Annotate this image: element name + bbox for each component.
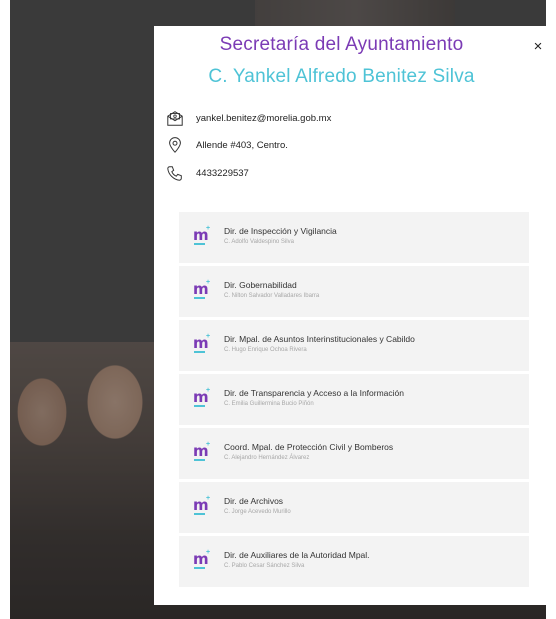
phone-text: 4433229537 xyxy=(196,167,249,179)
department-card[interactable]: m + Dir. de Inspección y Vigilancia C. Ad… xyxy=(179,212,529,263)
modal-title: Secretaría del Ayuntamiento xyxy=(219,34,464,55)
department-head: C. Hugo Enrique Ochoa Rivera xyxy=(224,347,307,353)
morelia-logo-icon: m + xyxy=(193,387,211,407)
close-icon[interactable]: × xyxy=(530,39,546,55)
department-head: C. Nilton Salvador Valladares Ibarra xyxy=(224,293,320,299)
mail-open-icon xyxy=(167,111,183,126)
department-card[interactable]: m + Dir. de Archivos C. Jorge Acevedo Mur… xyxy=(179,482,529,533)
department-head: C. Jorge Acevedo Murillo xyxy=(224,509,291,515)
secretaria-modal: × Secretaría del Ayuntamiento C. Yankel … xyxy=(154,26,556,605)
morelia-logo-icon: m + xyxy=(193,279,211,299)
department-card[interactable]: m + Dir. Mpal. de Asuntos Interinstitucio… xyxy=(179,320,529,371)
department-name: Dir. de Archivos xyxy=(224,496,284,506)
address-text: Allende #403, Centro. xyxy=(196,139,288,151)
department-list: m + Dir. de Inspección y Vigilancia C. Ad… xyxy=(179,212,529,590)
morelia-logo-icon: m + xyxy=(193,333,211,353)
department-card[interactable]: m + Dir. de Transparencia y Acceso a la I… xyxy=(179,374,529,425)
department-name: Dir. Mpal. de Asuntos Interinstitucional… xyxy=(224,334,415,344)
phone-icon xyxy=(167,166,182,181)
morelia-logo-icon: m + xyxy=(193,441,211,461)
department-name: Dir. de Auxiliares de la Autoridad Mpal. xyxy=(224,550,370,560)
department-name: Dir. de Transparencia y Acceso a la Info… xyxy=(224,388,405,398)
morelia-logo-icon: m + xyxy=(193,495,211,515)
department-head: C. Adolfo Valdespino Silva xyxy=(224,239,294,245)
department-name: Dir. de Inspección y Vigilancia xyxy=(224,226,337,236)
department-head: C. Emilia Guillermina Bucio Piñón xyxy=(224,401,314,407)
department-name: Dir. Gobernabilidad xyxy=(224,280,297,290)
email-text: yankel.benitez@morelia.gob.mx xyxy=(196,112,332,124)
department-card[interactable]: m + Dir. de Auxiliares de la Autoridad Mp… xyxy=(179,536,529,587)
modal-subtitle: C. Yankel Alfredo Benitez Silva xyxy=(208,66,475,87)
contact-email[interactable]: yankel.benitez@morelia.gob.mx xyxy=(166,108,331,128)
map-pin-icon xyxy=(169,137,181,153)
morelia-logo-icon: m + xyxy=(193,225,211,245)
department-head: C. Alejandro Hernández Álvarez xyxy=(224,455,310,461)
contact-phone[interactable]: 4433229537 xyxy=(166,163,249,183)
morelia-logo-icon: m + xyxy=(193,549,211,569)
department-card[interactable]: m + Dir. Gobernabilidad C. Nilton Salvado… xyxy=(179,266,529,317)
department-card[interactable]: m + Coord. Mpal. de Protección Civil y Bo… xyxy=(179,428,529,479)
department-name: Coord. Mpal. de Protección Civil y Bombe… xyxy=(224,442,394,452)
contact-address: Allende #403, Centro. xyxy=(166,135,288,155)
department-head: C. Pablo Cesar Sánchez Silva xyxy=(224,563,305,569)
